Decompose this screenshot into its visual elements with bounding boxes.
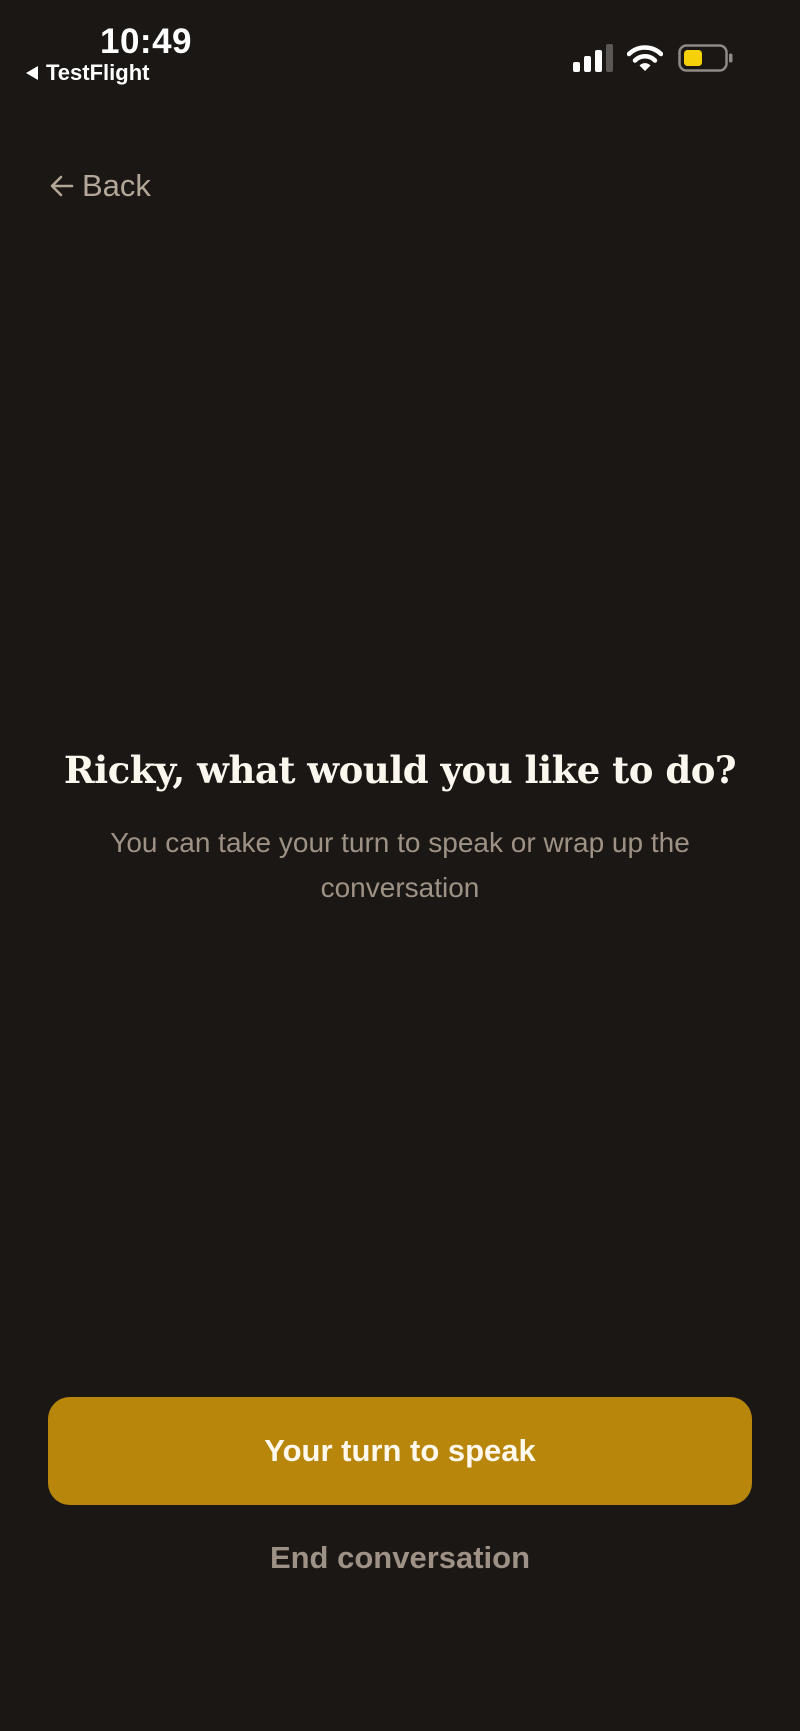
wifi-icon xyxy=(627,45,663,71)
cellular-signal-icon xyxy=(573,44,613,72)
status-bar: 10:49 TestFlight xyxy=(0,0,800,90)
return-to-app-link[interactable]: TestFlight xyxy=(26,60,149,86)
back-triangle-icon xyxy=(26,66,38,80)
page-subtitle: You can take your turn to speak or wrap … xyxy=(110,827,690,903)
page-title: Ricky, what would you like to do? xyxy=(63,748,737,792)
battery-icon xyxy=(678,44,733,72)
return-app-label: TestFlight xyxy=(46,60,150,85)
back-button[interactable]: Back xyxy=(48,168,151,204)
your-turn-to-speak-button[interactable]: Your turn to speak xyxy=(48,1397,752,1505)
arrow-left-icon xyxy=(50,175,74,197)
end-conversation-button[interactable]: End conversation xyxy=(200,1528,600,1588)
back-label: Back xyxy=(82,168,151,203)
status-time: 10:49 xyxy=(100,22,193,61)
prompt-section: Ricky, what would you like to do? You ca… xyxy=(0,748,800,910)
